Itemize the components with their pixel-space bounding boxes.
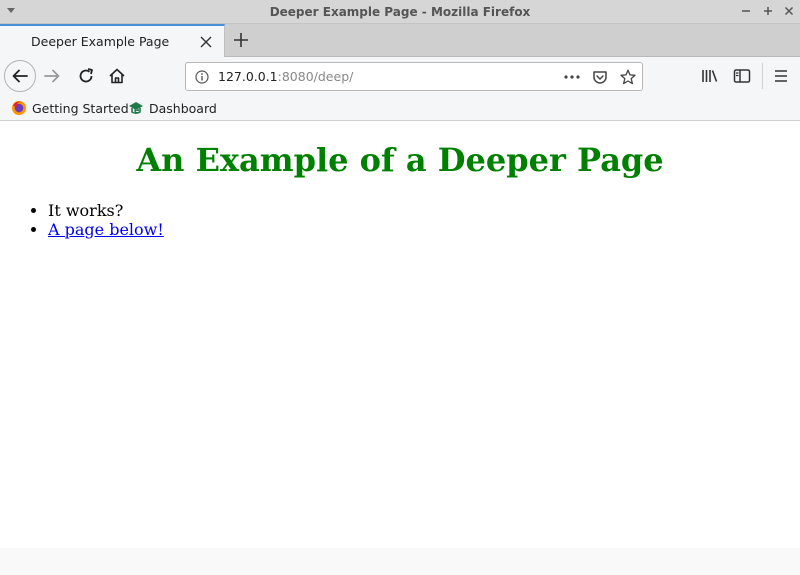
window-menu-icon[interactable] [6,5,16,15]
bookmark-label: Getting Started [32,100,129,116]
pocket-icon[interactable] [591,68,609,86]
maximize-icon[interactable] [760,3,776,19]
url-text[interactable]: 127.0.0.1:8080/deep/ [218,69,353,84]
url-path: :8080/deep/ [277,69,354,84]
library-icon[interactable] [700,66,720,86]
back-icon[interactable] [4,60,36,92]
navigation-toolbar: 127.0.0.1:8080/deep/ [0,57,800,95]
window-bottom-edge [0,548,800,575]
tab-deeper-example-page[interactable]: Deeper Example Page [0,24,225,57]
window-titlebar: Deeper Example Page - Mozilla Firefox [0,0,800,24]
toolbar-separator [762,63,763,89]
new-tab-icon[interactable] [230,29,252,51]
page-heading: An Example of a Deeper Page [136,141,664,179]
url-bar[interactable]: 127.0.0.1:8080/deep/ [185,62,643,91]
list-item-text: It works? [48,201,124,220]
bookmark-dashboard[interactable]: e Dashboard [128,99,217,117]
list-item: It works? [48,201,164,220]
content-list: It works? A page below! [48,201,164,239]
tab-label: Deeper Example Page [31,34,170,49]
close-window-icon[interactable] [781,3,797,19]
firefox-icon [11,100,27,116]
bookmark-getting-started[interactable]: Getting Started [11,99,129,117]
bookmark-star-icon[interactable] [619,68,637,86]
home-icon[interactable] [106,65,128,87]
list-item: A page below! [48,220,164,239]
close-tab-icon[interactable] [198,34,214,50]
url-host: 127.0.0.1 [218,69,278,84]
sidebar-icon[interactable] [732,66,752,86]
bookmark-label: Dashboard [149,100,217,116]
hamburger-menu-icon[interactable] [771,66,791,86]
forward-icon[interactable] [41,65,63,87]
dashboard-icon: e [128,100,144,116]
page-content: An Example of a Deeper Page It works? A … [0,121,800,548]
window-title: Deeper Example Page - Mozilla Firefox [269,4,531,19]
page-below-link[interactable]: A page below! [48,220,164,239]
page-actions-icon[interactable] [563,68,581,86]
tab-strip: Deeper Example Page [0,24,800,57]
reload-icon[interactable] [75,65,97,87]
svg-text:e: e [134,106,140,115]
minimize-icon[interactable] [738,3,754,19]
site-info-icon[interactable] [194,69,210,85]
bookmarks-toolbar: Getting Started e Dashboard [0,95,800,121]
